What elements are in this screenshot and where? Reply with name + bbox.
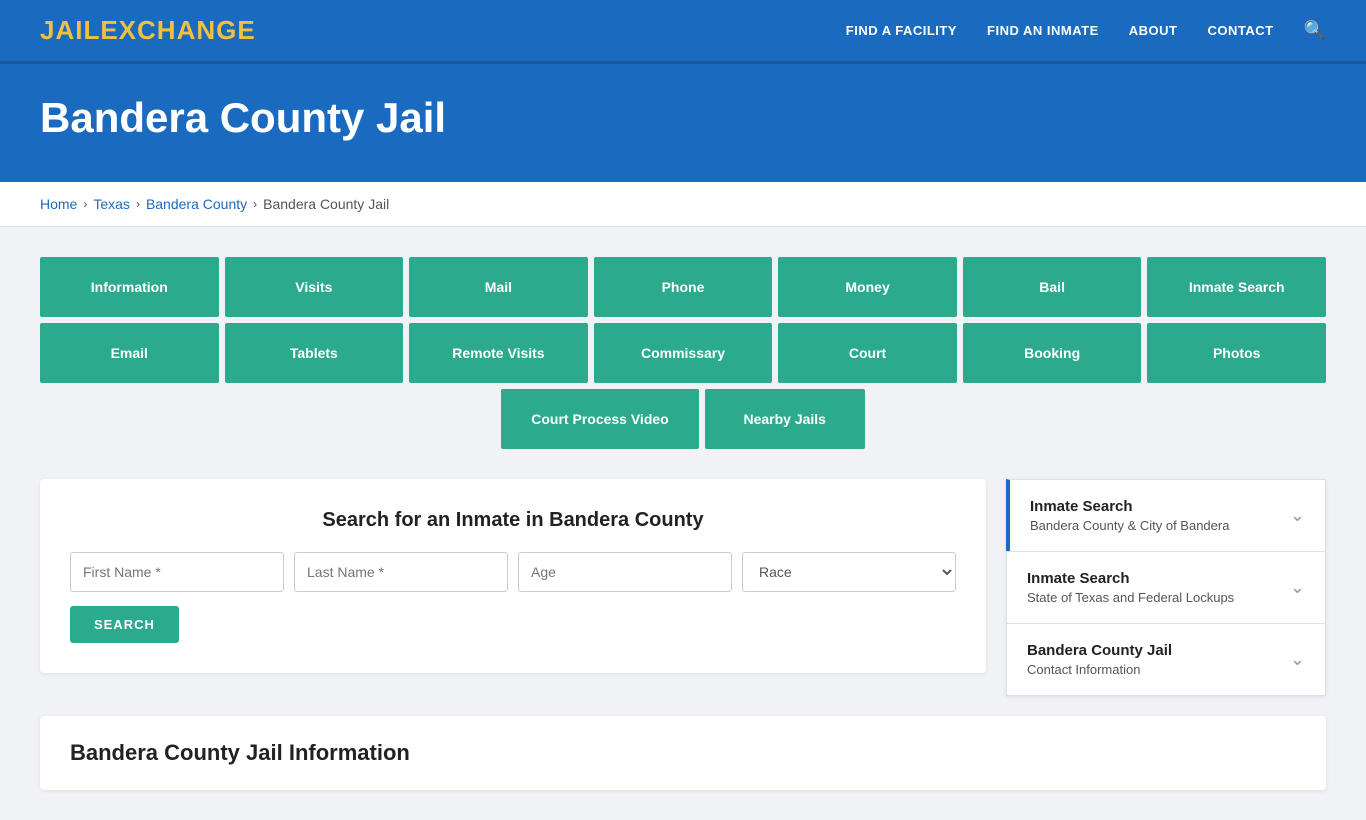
- sidebar-card-1-subtitle: State of Texas and Federal Lockups: [1027, 590, 1234, 605]
- sidebar-card-2-text: Bandera County Jail Contact Information: [1027, 642, 1172, 677]
- chevron-down-icon-0: ⌄: [1290, 505, 1305, 526]
- sidebar-card-1[interactable]: Inmate Search State of Texas and Federal…: [1006, 551, 1326, 623]
- header-search-button[interactable]: 🔍: [1304, 20, 1326, 41]
- breadcrumb-current: Bandera County Jail: [263, 196, 389, 212]
- first-name-input[interactable]: [70, 552, 284, 592]
- nav-about[interactable]: ABOUT: [1129, 23, 1178, 38]
- nav-find-inmate[interactable]: FIND AN INMATE: [987, 23, 1099, 38]
- btn-phone[interactable]: Phone: [594, 257, 773, 317]
- btn-photos[interactable]: Photos: [1147, 323, 1326, 383]
- grid-row-1: Information Visits Mail Phone Money Bail…: [40, 257, 1326, 317]
- main-content: Information Visits Mail Phone Money Bail…: [0, 227, 1366, 820]
- logo-exchange: EXCHANGE: [100, 15, 255, 45]
- btn-visits[interactable]: Visits: [225, 257, 404, 317]
- search-form-card: Search for an Inmate in Bandera County R…: [40, 479, 986, 673]
- sidebar-card-0[interactable]: Inmate Search Bandera County & City of B…: [1006, 479, 1326, 551]
- breadcrumb-bar: Home › Texas › Bandera County › Bandera …: [0, 182, 1366, 227]
- grid-row-3: Court Process Video Nearby Jails: [40, 389, 1326, 449]
- name-row: Race White Black Hispanic Asian Other: [70, 552, 956, 592]
- btn-money[interactable]: Money: [778, 257, 957, 317]
- btn-court[interactable]: Court: [778, 323, 957, 383]
- nav-contact[interactable]: CONTACT: [1207, 23, 1273, 38]
- main-nav: FIND A FACILITY FIND AN INMATE ABOUT CON…: [846, 20, 1326, 41]
- breadcrumb-sep-1: ›: [83, 197, 87, 211]
- btn-email[interactable]: Email: [40, 323, 219, 383]
- breadcrumb-sep-2: ›: [136, 197, 140, 211]
- bottom-info-title: Bandera County Jail Information: [70, 740, 1296, 766]
- bottom-section: Search for an Inmate in Bandera County R…: [40, 479, 1326, 696]
- logo-jail: JAIL: [40, 15, 100, 45]
- btn-bail[interactable]: Bail: [963, 257, 1142, 317]
- sidebar-card-0-title: Inmate Search: [1030, 498, 1229, 515]
- btn-booking[interactable]: Booking: [963, 323, 1142, 383]
- sidebar-card-1-text: Inmate Search State of Texas and Federal…: [1027, 570, 1234, 605]
- nav-find-facility[interactable]: FIND A FACILITY: [846, 23, 957, 38]
- search-form-title: Search for an Inmate in Bandera County: [70, 509, 956, 532]
- chevron-down-icon-2: ⌄: [1290, 649, 1305, 670]
- bottom-info-card: Bandera County Jail Information: [40, 716, 1326, 790]
- grid-row-2: Email Tablets Remote Visits Commissary C…: [40, 323, 1326, 383]
- btn-remote-visits[interactable]: Remote Visits: [409, 323, 588, 383]
- breadcrumb-home[interactable]: Home: [40, 196, 77, 212]
- btn-tablets[interactable]: Tablets: [225, 323, 404, 383]
- btn-commissary[interactable]: Commissary: [594, 323, 773, 383]
- btn-nearby-jails[interactable]: Nearby Jails: [705, 389, 865, 449]
- breadcrumb-texas[interactable]: Texas: [93, 196, 130, 212]
- sidebar-card-0-text: Inmate Search Bandera County & City of B…: [1030, 498, 1229, 533]
- breadcrumb-sep-3: ›: [253, 197, 257, 211]
- sidebar-card-0-subtitle: Bandera County & City of Bandera: [1030, 518, 1229, 533]
- age-input[interactable]: [518, 552, 732, 592]
- page-title: Bandera County Jail: [40, 94, 1326, 142]
- hero-section: Bandera County Jail: [0, 64, 1366, 182]
- sidebar-cards: Inmate Search Bandera County & City of B…: [1006, 479, 1326, 696]
- sidebar-card-2-subtitle: Contact Information: [1027, 662, 1172, 677]
- race-select[interactable]: Race White Black Hispanic Asian Other: [742, 552, 956, 592]
- search-button[interactable]: SEARCH: [70, 606, 179, 643]
- breadcrumb-bandera-county[interactable]: Bandera County: [146, 196, 247, 212]
- sidebar-card-2-title: Bandera County Jail: [1027, 642, 1172, 659]
- btn-information[interactable]: Information: [40, 257, 219, 317]
- header: JAILEXCHANGE FIND A FACILITY FIND AN INM…: [0, 0, 1366, 64]
- chevron-down-icon-1: ⌄: [1290, 577, 1305, 598]
- breadcrumb: Home › Texas › Bandera County › Bandera …: [40, 196, 1326, 212]
- last-name-input[interactable]: [294, 552, 508, 592]
- btn-inmate-search[interactable]: Inmate Search: [1147, 257, 1326, 317]
- btn-mail[interactable]: Mail: [409, 257, 588, 317]
- sidebar-card-2[interactable]: Bandera County Jail Contact Information …: [1006, 623, 1326, 696]
- logo[interactable]: JAILEXCHANGE: [40, 15, 256, 46]
- btn-court-process-video[interactable]: Court Process Video: [501, 389, 698, 449]
- sidebar-card-1-title: Inmate Search: [1027, 570, 1234, 587]
